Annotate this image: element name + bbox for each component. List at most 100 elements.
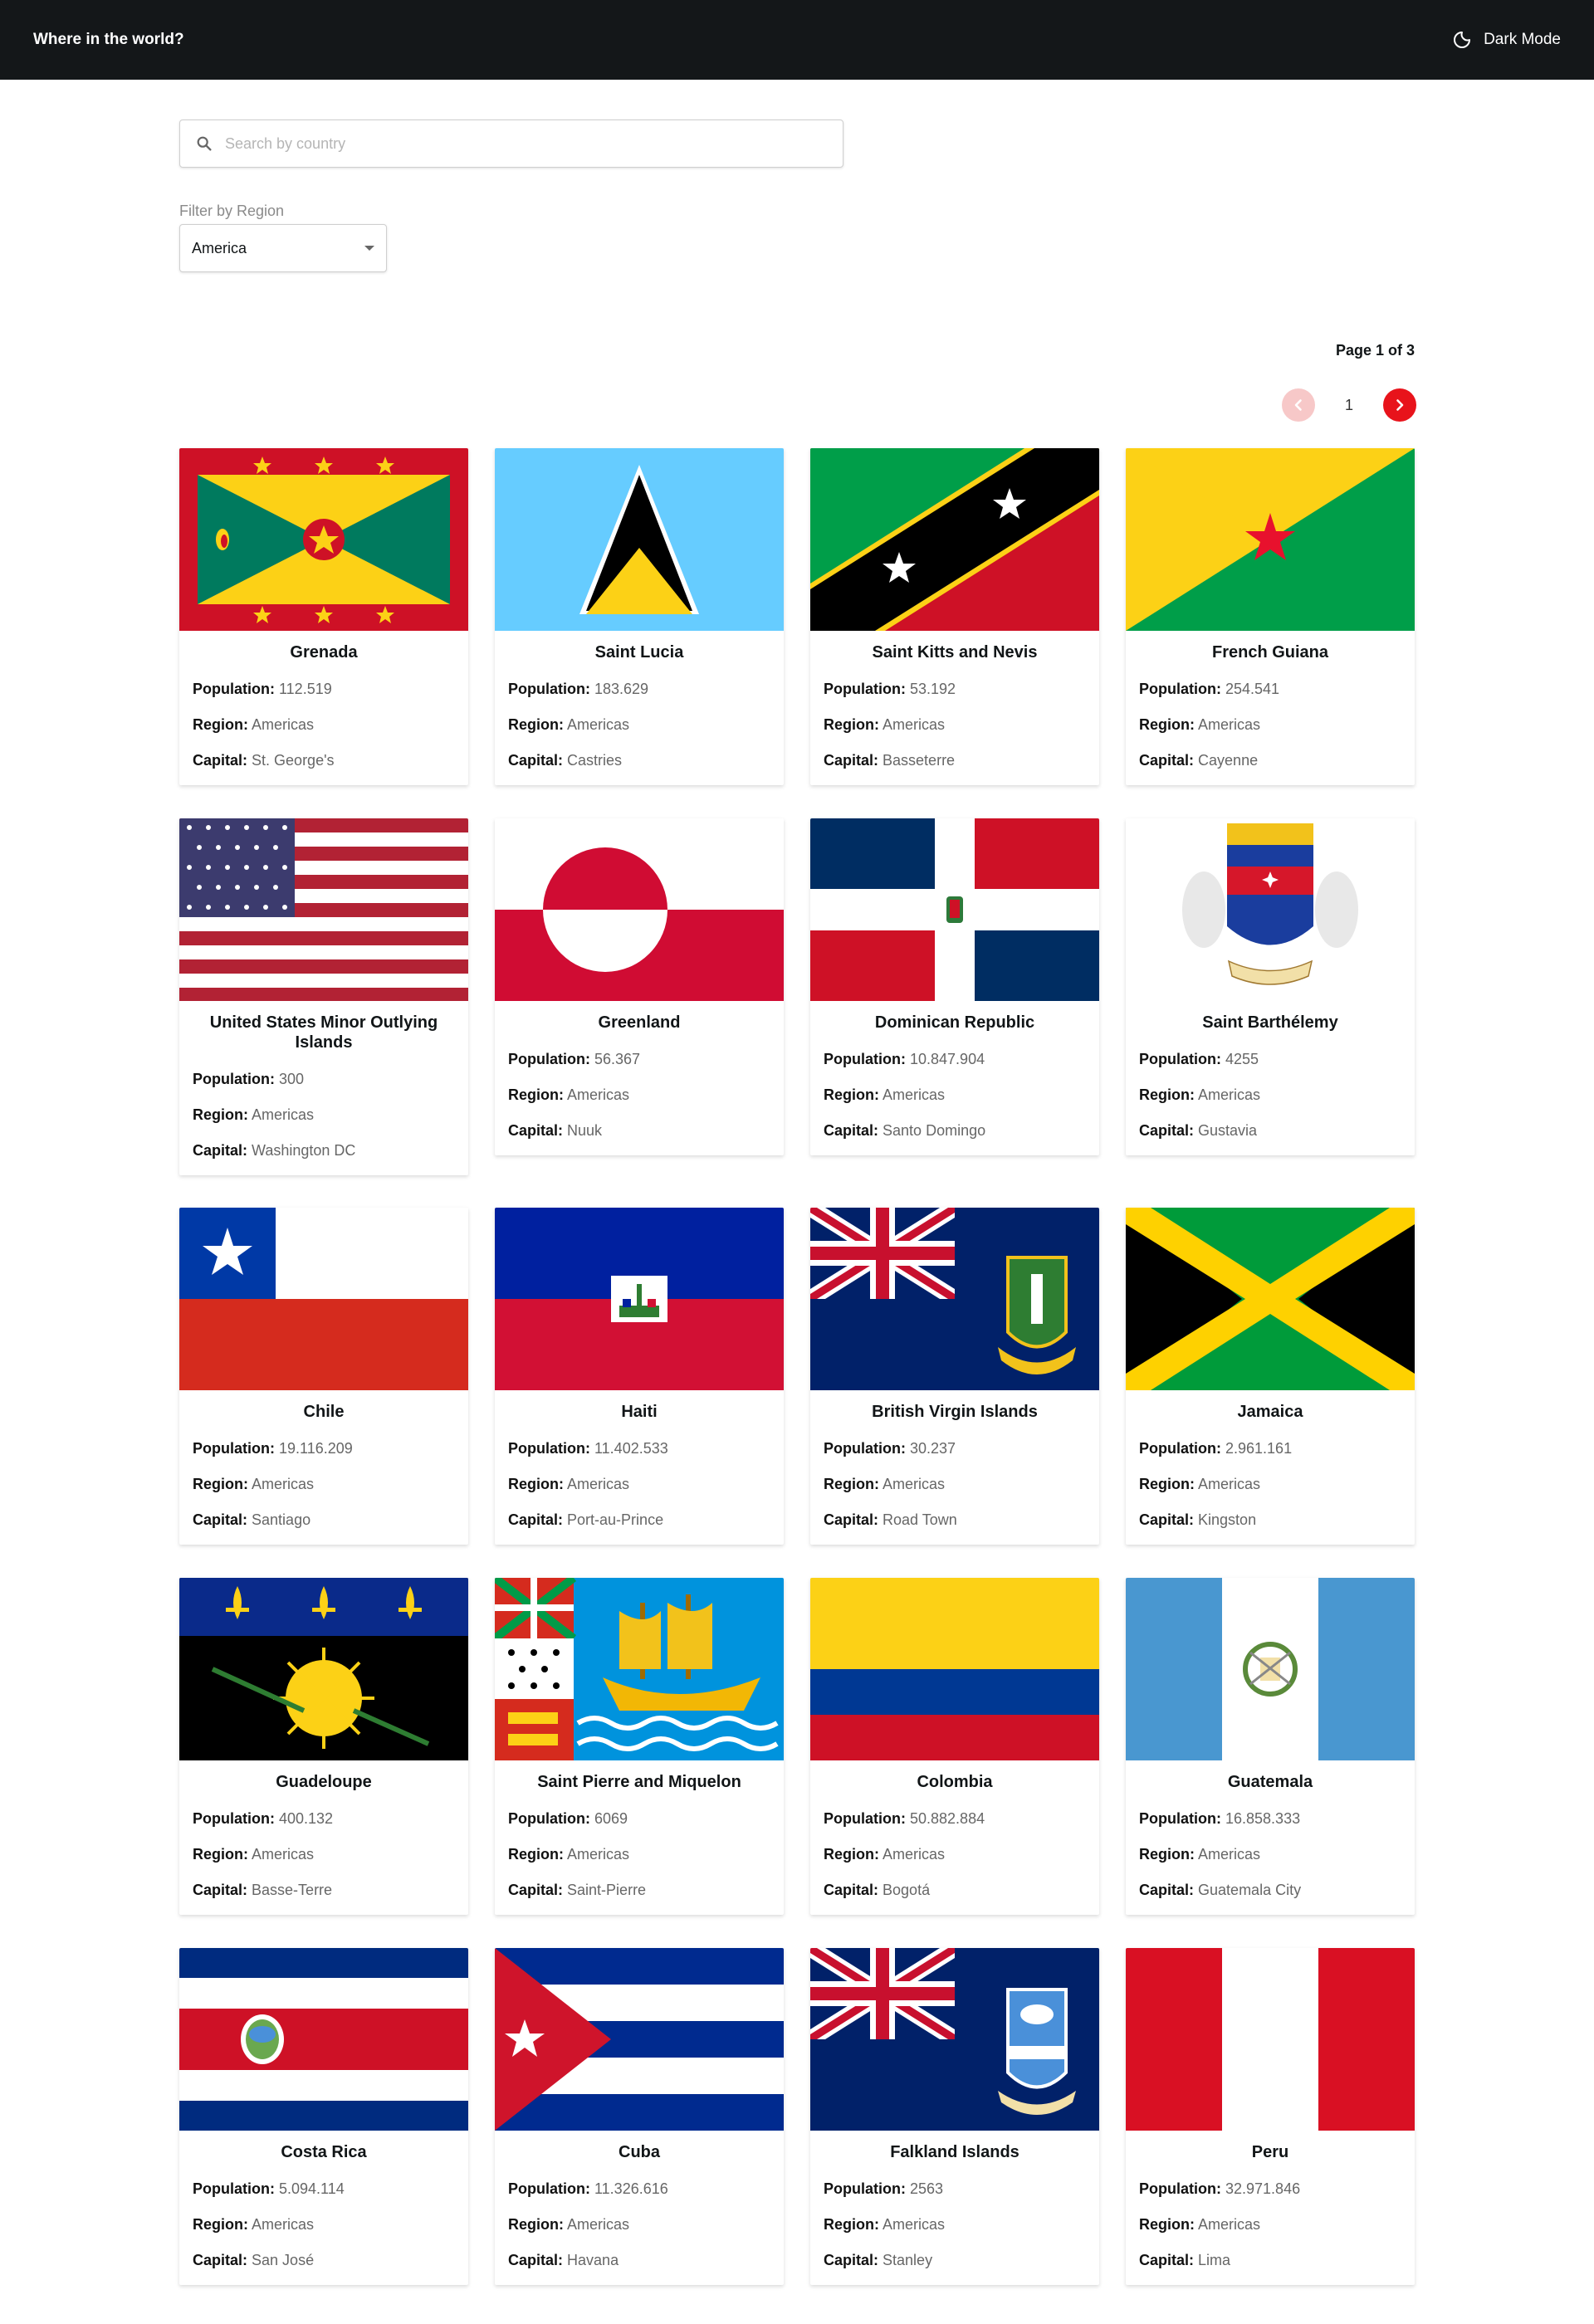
info-row: Region: Americas (193, 715, 455, 735)
info-row: Region: Americas (824, 2214, 1086, 2234)
french-guiana-flag-image (1126, 448, 1415, 631)
country-card[interactable]: Costa Rica Population: 5.094.114 Region:… (179, 1948, 468, 2285)
card-info: Population: 19.116.209 Region: Americas … (179, 1422, 468, 1545)
region-value: Americas (883, 1476, 946, 1492)
population-value: 6069 (594, 1810, 628, 1827)
info-row: Capital: St. George's (193, 750, 455, 770)
region-select-value: America (192, 239, 247, 256)
population-value: 112.519 (279, 681, 332, 697)
population-value: 4255 (1225, 1051, 1259, 1067)
population-value: 11.402.533 (594, 1440, 668, 1457)
field-label: Region: (508, 1846, 564, 1863)
country-card[interactable]: British Virgin Islands Population: 30.23… (810, 1208, 1099, 1545)
chevron-right-icon (1396, 399, 1404, 411)
country-card[interactable]: Saint Barthélemy Population: 4255 Region… (1126, 818, 1415, 1155)
field-label: Capital: (824, 2252, 879, 2268)
saint-pierre-and-miquelon-flag-image (495, 1578, 784, 1760)
country-card[interactable]: Guadeloupe Population: 400.132 Region: A… (179, 1578, 468, 1915)
country-name: Saint Pierre and Miquelon (537, 1773, 741, 1791)
next-page-button[interactable] (1382, 388, 1416, 422)
current-page-number[interactable]: 1 (1345, 397, 1353, 414)
country-card[interactable]: Cuba Population: 11.326.616 Region: Amer… (495, 1948, 784, 2285)
field-label: Population: (824, 1810, 906, 1827)
field-label: Capital: (508, 1511, 564, 1528)
info-row: Population: 11.326.616 (508, 2179, 770, 2199)
field-label: Capital: (508, 752, 564, 769)
country-card[interactable]: Colombia Population: 50.882.884 Region: … (810, 1578, 1099, 1915)
field-label: Population: (508, 2180, 590, 2197)
capital-value: Stanley (883, 2252, 933, 2268)
population-value: 56.367 (594, 1051, 641, 1067)
country-card[interactable]: Peru Population: 32.971.846 Region: Amer… (1126, 1948, 1415, 2285)
region-value: Americas (1198, 1846, 1261, 1863)
search-icon (197, 136, 212, 151)
country-card[interactable]: Chile Population: 19.116.209 Region: Ame… (179, 1208, 468, 1545)
info-row: Region: Americas (508, 1474, 770, 1494)
info-row: Region: Americas (1139, 1085, 1401, 1105)
info-row: Population: 183.629 (508, 679, 770, 699)
page-indicator: Page 1 of 3 (1335, 342, 1415, 359)
card-info: Population: 300 Region: Americas Capital… (179, 1052, 468, 1175)
country-name: Chile (303, 1403, 345, 1421)
field-label: Population: (824, 1440, 906, 1457)
info-row: Population: 53.192 (824, 679, 1086, 699)
country-card[interactable]: Dominican Republic Population: 10.847.90… (810, 818, 1099, 1155)
country-card[interactable]: Greenland Population: 56.367 Region: Ame… (495, 818, 784, 1155)
field-label: Population: (193, 1440, 275, 1457)
previous-page-button[interactable] (1282, 388, 1315, 422)
country-card[interactable]: Falkland Islands Population: 2563 Region… (810, 1948, 1099, 2285)
info-row: Capital: Basse-Terre (193, 1880, 455, 1900)
info-row: Capital: Cayenne (1139, 750, 1401, 770)
chevron-left-icon (1294, 399, 1302, 411)
field-label: Region: (824, 1086, 879, 1103)
info-row: Capital: Road Town (824, 1510, 1086, 1530)
country-card[interactable]: Saint Lucia Population: 183.629 Region: … (495, 448, 784, 785)
info-row: Region: Americas (1139, 1844, 1401, 1864)
field-label: Region: (1139, 1086, 1195, 1103)
country-card[interactable]: Haiti Population: 11.402.533 Region: Ame… (495, 1208, 784, 1545)
field-label: Population: (1139, 2180, 1221, 2197)
country-name: Falkland Islands (890, 2143, 1019, 2161)
region-select[interactable]: America (179, 224, 387, 272)
population-value: 50.882.884 (910, 1810, 985, 1827)
field-label: Capital: (508, 1122, 564, 1139)
field-label: Capital: (508, 1882, 564, 1898)
region-value: Americas (252, 1846, 315, 1863)
info-row: Region: Americas (508, 1844, 770, 1864)
card-info: Population: 11.402.533 Region: Americas … (495, 1422, 784, 1545)
search-input[interactable] (225, 134, 806, 153)
country-card[interactable]: Guatemala Population: 16.858.333 Region:… (1126, 1578, 1415, 1915)
region-value: Americas (1198, 1086, 1261, 1103)
field-label: Population: (508, 681, 590, 697)
caret-down-icon (364, 246, 374, 251)
country-name: British Virgin Islands (872, 1403, 1038, 1421)
info-row: Capital: Santiago (193, 1510, 455, 1530)
info-row: Population: 56.367 (508, 1049, 770, 1069)
population-value: 16.858.333 (1225, 1810, 1301, 1827)
field-label: Capital: (193, 2252, 248, 2268)
country-card[interactable]: French Guiana Population: 254.541 Region… (1126, 448, 1415, 785)
country-name: Saint Barthélemy (1202, 1013, 1338, 1032)
field-label: Region: (508, 1476, 564, 1492)
info-row: Capital: Guatemala City (1139, 1880, 1401, 1900)
country-card[interactable]: Saint Kitts and Nevis Population: 53.192… (810, 448, 1099, 785)
info-row: Region: Americas (824, 1844, 1086, 1864)
country-card[interactable]: Saint Pierre and Miquelon Population: 60… (495, 1578, 784, 1915)
field-label: Region: (508, 2216, 564, 2233)
dark-mode-toggle[interactable]: Dark Mode (1452, 30, 1561, 50)
filter-label: Filter by Region (179, 203, 285, 219)
saint-lucia-flag-image (495, 448, 784, 631)
region-value: Americas (1198, 1476, 1261, 1492)
saint-kitts-and-nevis-flag-image (810, 448, 1099, 631)
country-card[interactable]: United States Minor Outlying Islands Pop… (179, 818, 468, 1175)
country-card[interactable]: Grenada Population: 112.519 Region: Amer… (179, 448, 468, 785)
guadeloupe-flag-image (179, 1578, 468, 1760)
field-label: Population: (508, 1810, 590, 1827)
search-box[interactable] (179, 120, 843, 168)
field-label: Region: (824, 2216, 879, 2233)
country-card[interactable]: Jamaica Population: 2.961.161 Region: Am… (1126, 1208, 1415, 1545)
field-label: Capital: (1139, 752, 1195, 769)
pagination: 1 (1282, 388, 1416, 422)
info-row: Region: Americas (193, 1844, 455, 1864)
info-row: Region: Americas (193, 1474, 455, 1494)
